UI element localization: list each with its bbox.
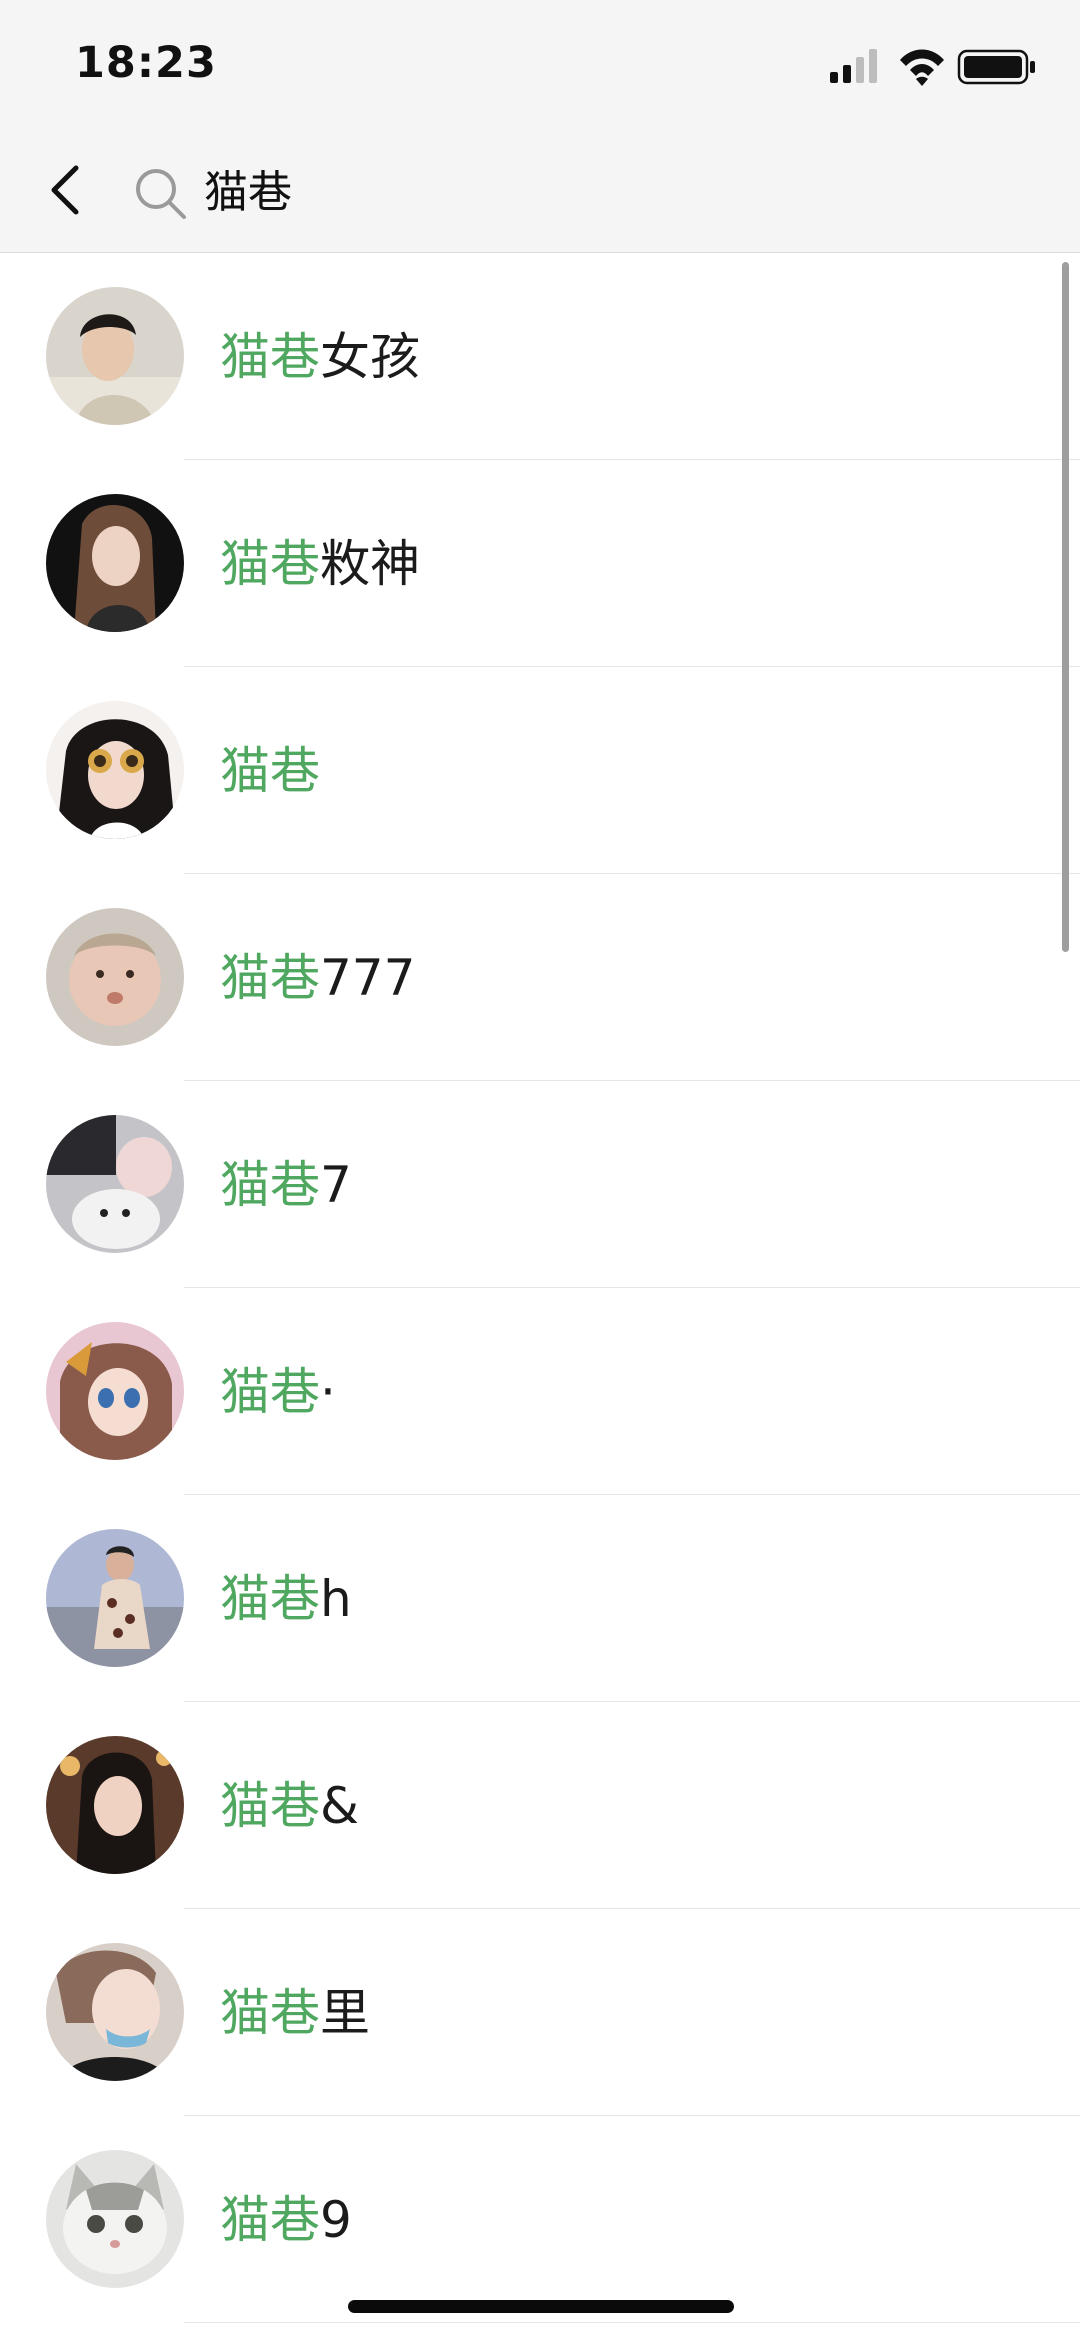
contact-name: 猫巷777 (220, 949, 416, 1007)
result-row[interactable]: 猫巷 (0, 667, 1080, 874)
row-divider (184, 2322, 1080, 2323)
result-row[interactable]: 猫巷7 (0, 1081, 1080, 1288)
status-icons (830, 44, 1040, 88)
avatar (46, 1115, 184, 1253)
contact-name: 猫巷敉神 (220, 535, 420, 593)
avatar (46, 1322, 184, 1460)
avatar (46, 287, 184, 425)
search-input[interactable]: 猫巷 (204, 163, 292, 223)
result-row[interactable]: 猫巷& (0, 1702, 1080, 1909)
contact-name: 猫巷7 (220, 1156, 352, 1214)
avatar (46, 1529, 184, 1667)
result-row[interactable]: 猫巷里 (0, 1909, 1080, 2116)
contact-name: 猫巷 (220, 742, 320, 800)
home-indicator[interactable] (348, 2300, 734, 2313)
search-results-list: 猫巷女孩 猫巷敉神 猫巷 猫巷777 猫巷7 猫巷· 猫巷h 猫巷& 猫巷里 猫… (0, 253, 1080, 2323)
avatar (46, 2150, 184, 2288)
avatar (46, 1736, 184, 1874)
contact-name: 猫巷女孩 (220, 328, 420, 386)
top-bar: 18:23 猫巷 (0, 0, 1080, 253)
avatar (46, 494, 184, 632)
result-row[interactable]: 猫巷h (0, 1495, 1080, 1702)
contact-name: 猫巷& (220, 1777, 359, 1835)
contact-name: 猫巷h (220, 1570, 352, 1628)
contact-name: 猫巷· (220, 1363, 336, 1421)
contact-name: 猫巷9 (220, 2191, 352, 2249)
result-row[interactable]: 猫巷777 (0, 874, 1080, 1081)
contact-name: 猫巷里 (220, 1984, 370, 2042)
chevron-left-icon (51, 165, 79, 215)
back-button[interactable] (36, 150, 96, 230)
cellular-signal-icon (830, 49, 877, 83)
result-row[interactable]: 猫巷9 (0, 2116, 1080, 2323)
result-row[interactable]: 猫巷· (0, 1288, 1080, 1495)
wifi-icon (900, 49, 944, 86)
result-row[interactable]: 猫巷敉神 (0, 460, 1080, 667)
avatar (46, 1943, 184, 2081)
status-time: 18:23 (75, 38, 217, 88)
avatar (46, 701, 184, 839)
avatar (46, 908, 184, 1046)
result-row[interactable]: 猫巷女孩 (0, 253, 1080, 460)
scrollbar[interactable] (1062, 262, 1069, 952)
search-bar[interactable]: 猫巷 (130, 158, 1030, 228)
battery-icon (957, 49, 1035, 85)
search-icon (130, 163, 190, 223)
